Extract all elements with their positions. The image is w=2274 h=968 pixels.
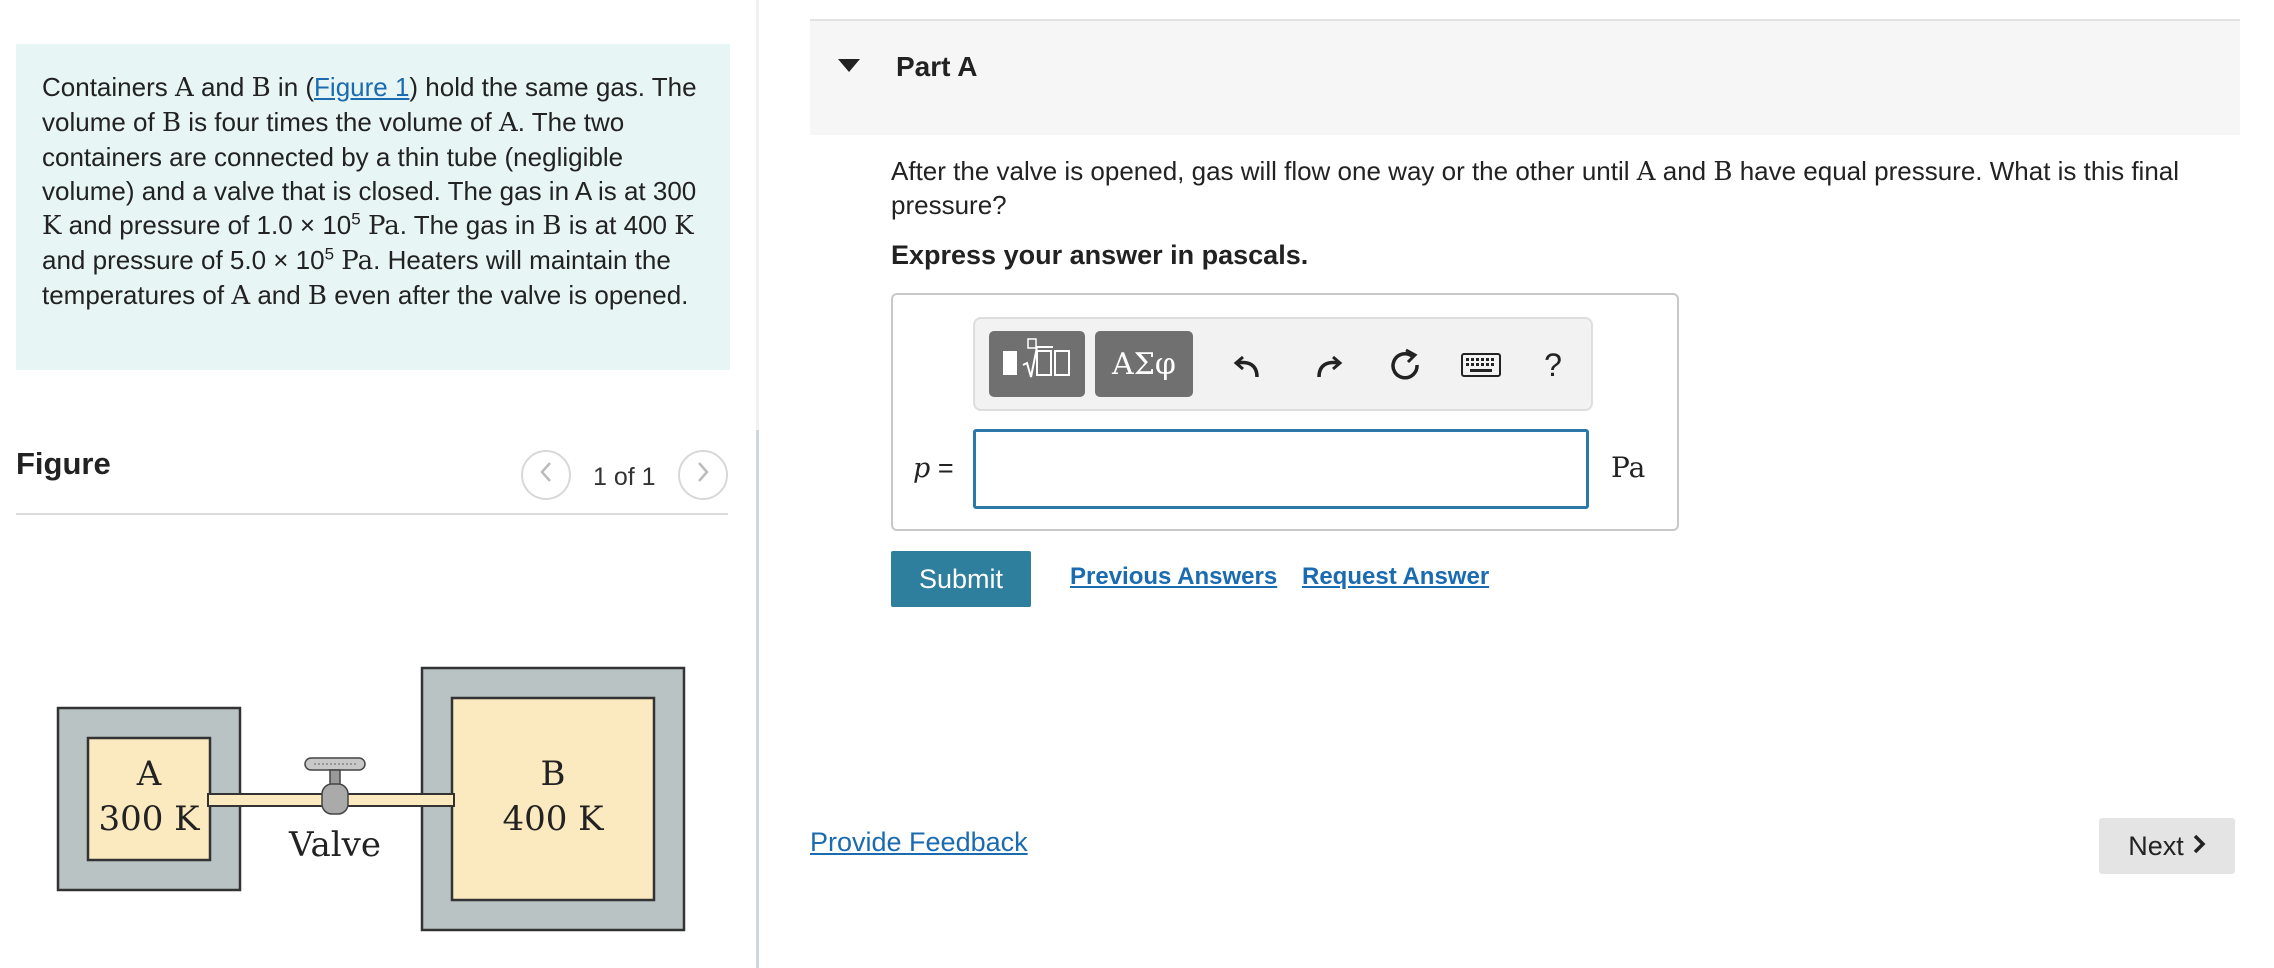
answer-input[interactable] — [973, 429, 1589, 509]
figure-divider — [16, 513, 728, 515]
previous-answers-link[interactable]: Previous Answers — [1070, 563, 1277, 591]
provide-feedback-link[interactable]: Provide Feedback — [810, 827, 1028, 858]
keyboard-icon[interactable] — [1457, 341, 1505, 389]
answer-unit: Pa — [1611, 451, 1646, 484]
greek-symbols-button[interactable]: ΑΣφ — [1095, 331, 1193, 397]
container-a-label: A — [136, 754, 162, 794]
figure-prev-button[interactable] — [521, 450, 571, 500]
figure-heading: Figure — [16, 446, 111, 481]
container-b-temp: 400 K — [502, 799, 604, 839]
panel-divider-top — [756, 0, 759, 430]
valve-label: Valve — [288, 825, 381, 865]
left-panel: Containers A and B in (Figure 1) hold th… — [0, 0, 756, 968]
part-title: Part A — [896, 51, 978, 82]
templates-icon — [997, 337, 1077, 392]
redo-icon[interactable] — [1303, 341, 1351, 389]
answer-instruction: Express your answer in pascals. — [891, 240, 1309, 270]
request-answer-link[interactable]: Request Answer — [1302, 563, 1489, 591]
next-label: Next — [2128, 830, 2184, 861]
answer-box: ΑΣφ ? p = Pa — [891, 293, 1679, 531]
reset-icon[interactable] — [1381, 341, 1429, 389]
figure-next-button[interactable] — [678, 450, 728, 500]
answer-variable-label: p = — [913, 453, 954, 484]
container-b-label: B — [541, 754, 566, 794]
problem-statement: Containers A and B in (Figure 1) hold th… — [16, 44, 730, 370]
help-button[interactable]: ? — [1529, 341, 1577, 389]
collapse-caret-icon[interactable] — [838, 59, 860, 72]
templates-button[interactable] — [989, 331, 1085, 397]
figure-link[interactable]: Figure 1 — [314, 72, 409, 102]
math-toolbar: ΑΣφ ? — [973, 317, 1593, 411]
figure-counter: 1 of 1 — [593, 463, 656, 491]
part-a-header[interactable]: Part A — [810, 21, 2240, 135]
undo-icon[interactable] — [1225, 341, 1273, 389]
chevron-right-icon — [2192, 831, 2206, 862]
chevron-left-icon — [538, 460, 554, 491]
container-a-temp: 300 K — [98, 799, 200, 839]
next-button[interactable]: Next — [2099, 818, 2235, 874]
containers-diagram: A 300 K B 400 K Valve — [56, 666, 686, 932]
question-text: After the valve is opened, gas will flow… — [891, 156, 2180, 220]
submit-button[interactable]: Submit — [891, 551, 1031, 607]
chevron-right-icon — [695, 460, 711, 491]
